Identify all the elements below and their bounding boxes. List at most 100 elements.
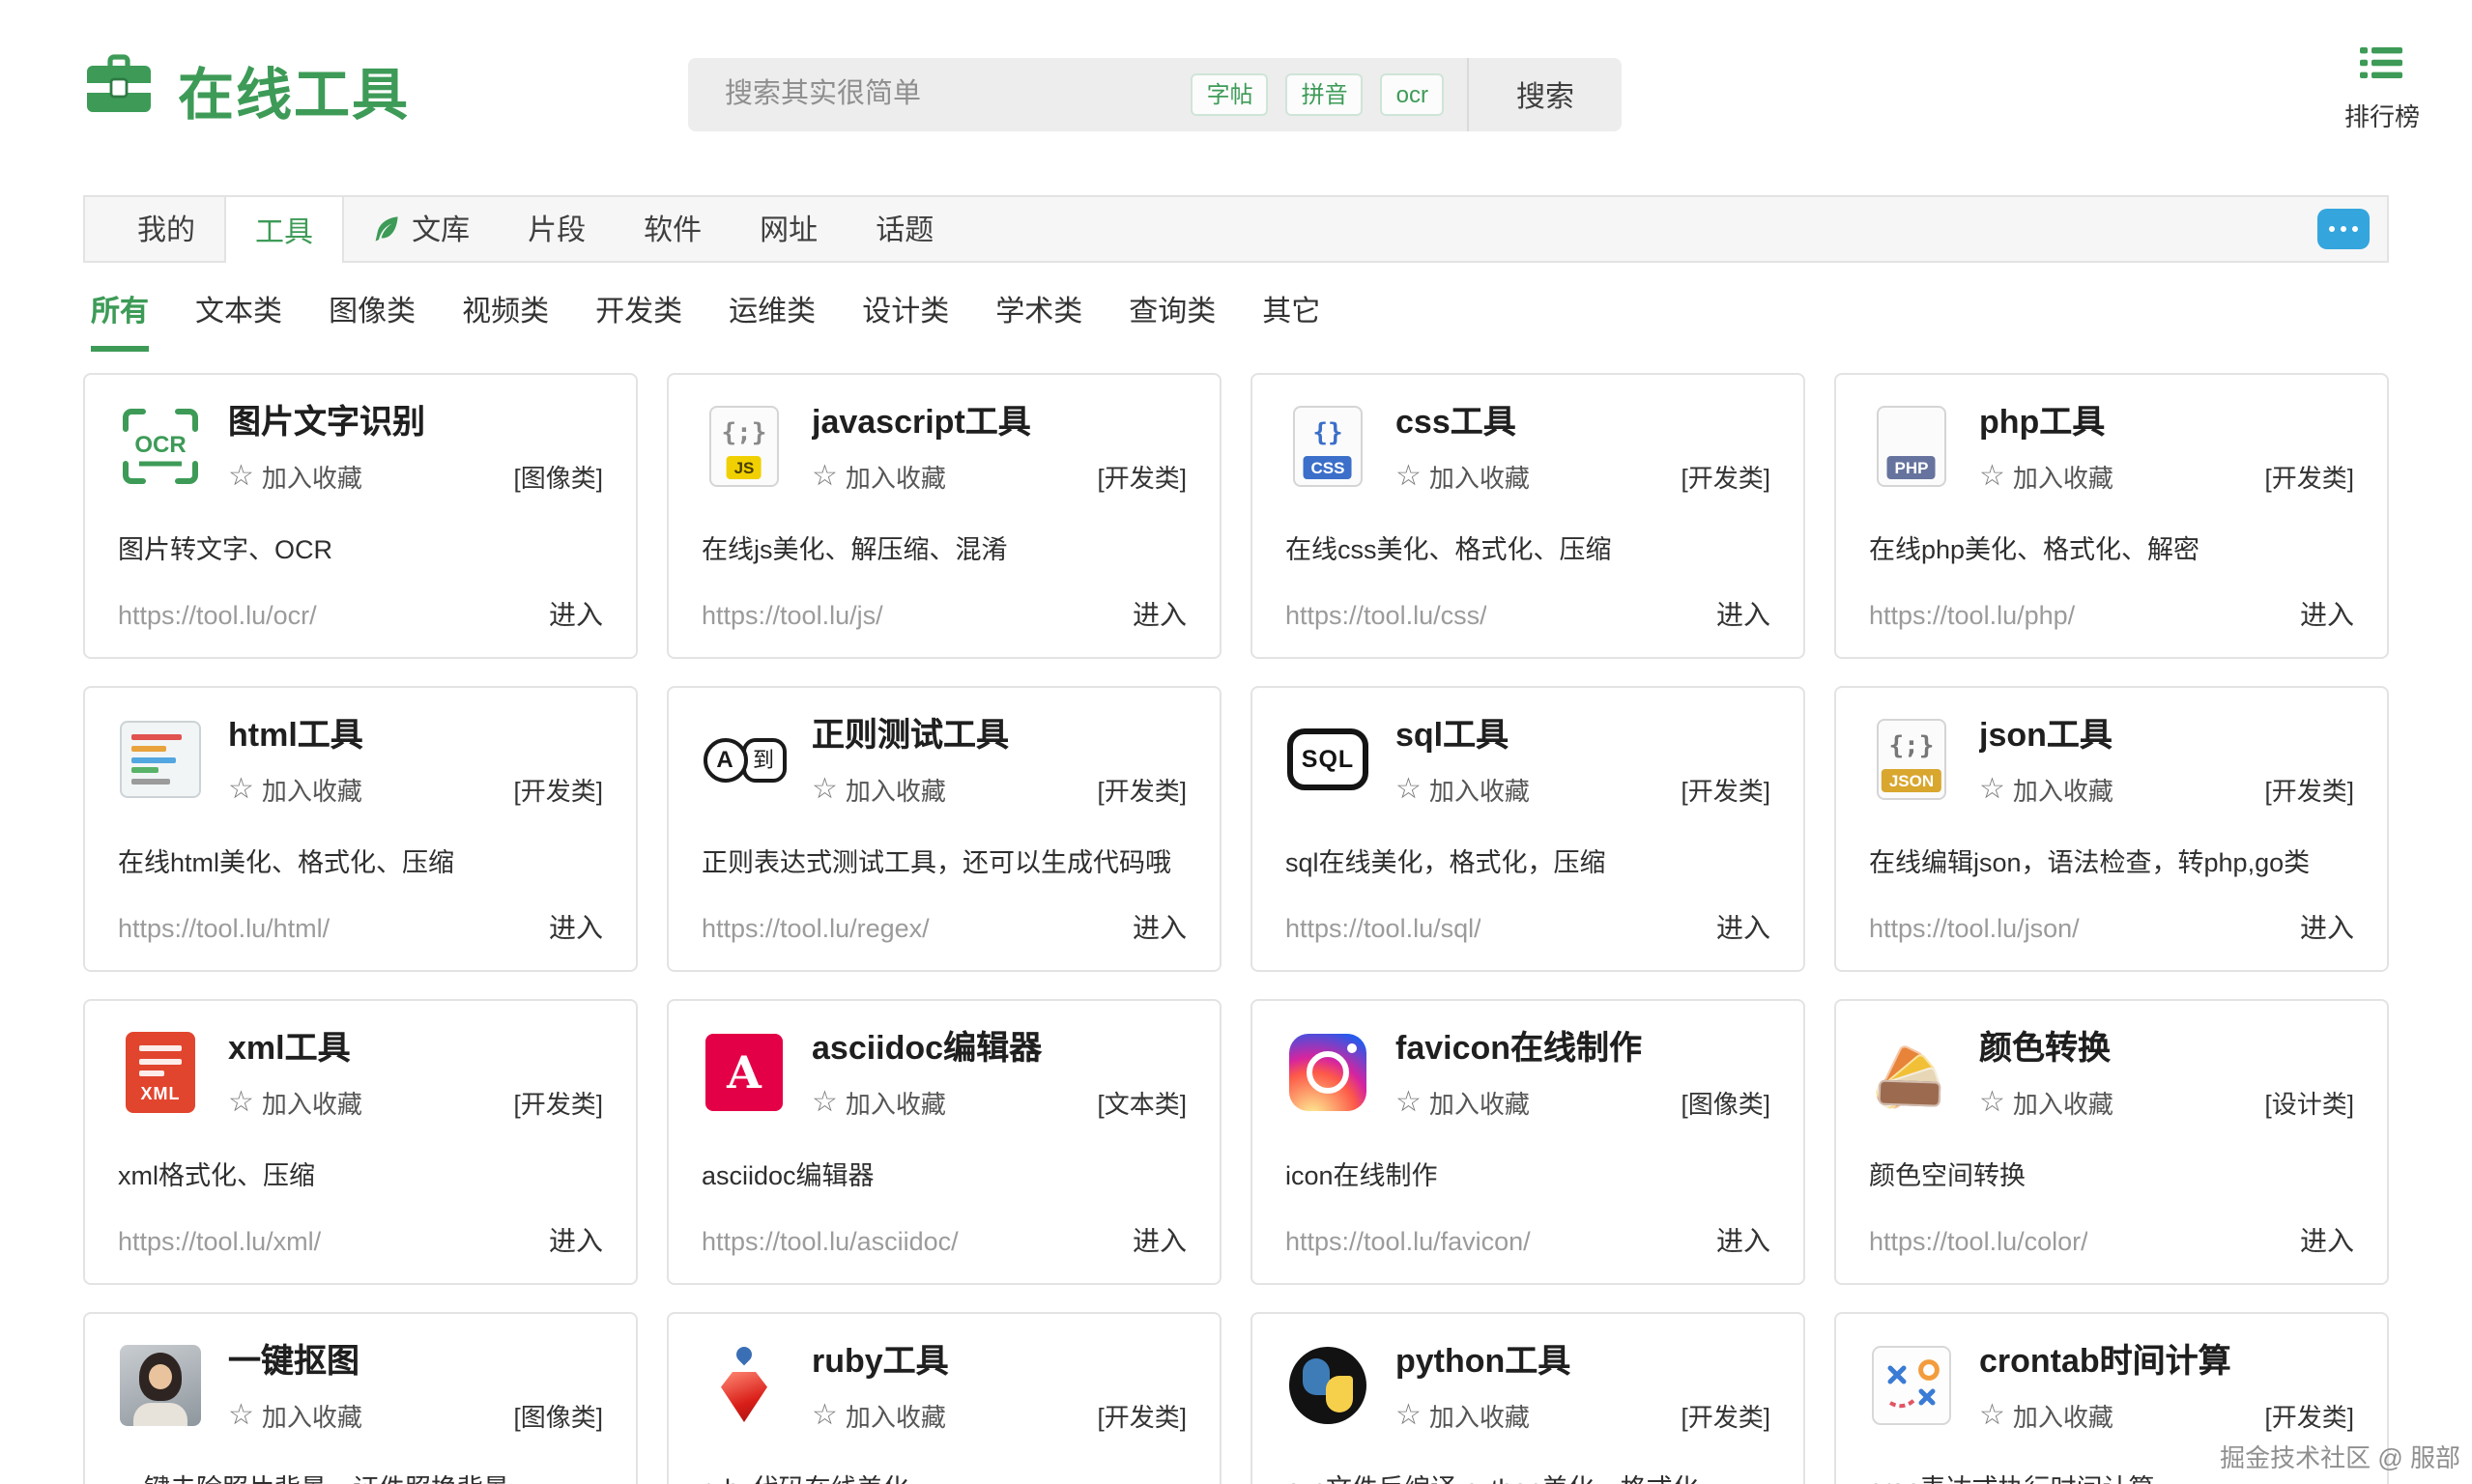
enter-link[interactable]: 进入 xyxy=(2300,908,2354,947)
tab-urls[interactable]: 网址 xyxy=(731,197,847,261)
enter-link[interactable]: 进入 xyxy=(2300,1221,2354,1260)
add-favorite-button[interactable]: ☆加入收藏 xyxy=(812,1398,946,1435)
add-favorite-button[interactable]: ☆加入收藏 xyxy=(1979,459,2113,496)
star-icon: ☆ xyxy=(1979,1089,2005,1118)
favorite-label: 加入收藏 xyxy=(846,1085,946,1122)
tool-card-json: {;}JSON json工具 ☆加入收藏 [开发类] 在线编辑json，语法检查… xyxy=(1834,686,2389,972)
tool-url-link[interactable]: https://tool.lu/js/ xyxy=(702,600,883,629)
search-button[interactable]: 搜索 xyxy=(1467,58,1622,131)
tool-url-link[interactable]: https://tool.lu/favicon/ xyxy=(1285,1226,1531,1255)
add-favorite-button[interactable]: ☆加入收藏 xyxy=(1395,459,1530,496)
tab-tools[interactable]: 工具 xyxy=(224,195,344,263)
enter-link[interactable]: 进入 xyxy=(2300,595,2354,634)
add-favorite-button[interactable]: ☆加入收藏 xyxy=(1395,1398,1530,1435)
tool-description: xml格式化、压缩 xyxy=(118,1155,603,1193)
tool-url-link[interactable]: https://tool.lu/json/ xyxy=(1869,913,2080,942)
add-favorite-button[interactable]: ☆加入收藏 xyxy=(228,772,362,809)
enter-link[interactable]: 进入 xyxy=(1133,1221,1187,1260)
category-item[interactable]: 开发类 xyxy=(595,290,682,352)
category-tag: [开发类] xyxy=(1682,772,1770,809)
tool-card-favicon: favicon在线制作 ☆加入收藏 [图像类] icon在线制作 https:/… xyxy=(1250,999,1805,1285)
add-favorite-button[interactable]: ☆加入收藏 xyxy=(1395,772,1530,809)
card-top: 颜色转换 ☆加入收藏 [设计类] xyxy=(1869,1030,2354,1122)
star-icon: ☆ xyxy=(1395,1402,1422,1431)
enter-link[interactable]: 进入 xyxy=(1716,908,1770,947)
add-favorite-button[interactable]: ☆加入收藏 xyxy=(812,459,946,496)
category-item[interactable]: 视频类 xyxy=(462,290,549,352)
tool-url-link[interactable]: https://tool.lu/php/ xyxy=(1869,600,2075,629)
enter-link[interactable]: 进入 xyxy=(549,595,603,634)
enter-link[interactable]: 进入 xyxy=(1133,908,1187,947)
category-item[interactable]: 学术类 xyxy=(995,290,1082,352)
site-logo[interactable]: 在线工具 xyxy=(83,50,410,131)
tool-url-link[interactable]: https://tool.lu/regex/ xyxy=(702,913,930,942)
python-icon xyxy=(1285,1343,1370,1428)
tool-description: asciidoc编辑器 xyxy=(702,1155,1187,1193)
add-favorite-button[interactable]: ☆加入收藏 xyxy=(228,1398,362,1435)
tab-software[interactable]: 软件 xyxy=(615,197,731,261)
category-item[interactable]: 查询类 xyxy=(1129,290,1216,352)
enter-link[interactable]: 进入 xyxy=(1716,595,1770,634)
tab-list: 我的工具文库片段软件网址话题 xyxy=(85,197,2317,261)
tool-description: sql在线美化，格式化，压缩 xyxy=(1285,842,1770,880)
tool-description: pyc文件反编译,python美化、格式化 xyxy=(1285,1468,1770,1484)
site-title: 在线工具 xyxy=(178,50,410,131)
add-favorite-button[interactable]: ☆加入收藏 xyxy=(812,772,946,809)
tool-url-link[interactable]: https://tool.lu/sql/ xyxy=(1285,913,1481,942)
tool-description: 在线编辑json，语法检查，转php,go类 xyxy=(1869,842,2354,880)
tool-title: python工具 xyxy=(1395,1343,1770,1383)
category-item[interactable]: 其它 xyxy=(1262,290,1320,352)
category-item[interactable]: 文本类 xyxy=(195,290,282,352)
ranking-button[interactable]: 排行榜 xyxy=(2344,46,2420,133)
tool-url-link[interactable]: https://tool.lu/ocr/ xyxy=(118,600,317,629)
add-favorite-button[interactable]: ☆加入收藏 xyxy=(1979,772,2113,809)
enter-link[interactable]: 进入 xyxy=(549,1221,603,1260)
favorite-label: 加入收藏 xyxy=(262,459,362,496)
tool-description: 正则表达式测试工具，还可以生成代码哦 xyxy=(702,842,1187,880)
card-top: XML xml工具 ☆加入收藏 [开发类] xyxy=(118,1030,603,1122)
category-item[interactable]: 图像类 xyxy=(329,290,416,352)
search-tag-chip[interactable]: ocr xyxy=(1381,73,1444,117)
search-input[interactable] xyxy=(688,58,1192,131)
tool-title: json工具 xyxy=(1979,717,2354,756)
ranking-list-icon xyxy=(2361,46,2403,89)
star-icon: ☆ xyxy=(812,1089,838,1118)
category-item[interactable]: 运维类 xyxy=(729,290,816,352)
tool-card-php: PHP php工具 ☆加入收藏 [开发类] 在线php美化、格式化、解密 htt… xyxy=(1834,373,2389,659)
svg-text:OCR: OCR xyxy=(134,432,186,458)
enter-link[interactable]: 进入 xyxy=(549,908,603,947)
search-tag-chip[interactable]: 字帖 xyxy=(1192,73,1269,117)
category-tag: [开发类] xyxy=(1098,1398,1187,1435)
tool-url-link[interactable]: https://tool.lu/asciidoc/ xyxy=(702,1226,959,1255)
category-tag: [图像类] xyxy=(1682,1085,1770,1122)
watermark: 掘金技术社区 @ 服部 xyxy=(2220,1438,2460,1474)
chat-bubble-icon[interactable] xyxy=(2317,209,2370,249)
tool-url-link[interactable]: https://tool.lu/color/ xyxy=(1869,1226,2088,1255)
add-favorite-button[interactable]: ☆加入收藏 xyxy=(1395,1085,1530,1122)
add-favorite-button[interactable]: ☆加入收藏 xyxy=(228,1085,362,1122)
enter-link[interactable]: 进入 xyxy=(1133,595,1187,634)
tool-url-link[interactable]: https://tool.lu/css/ xyxy=(1285,600,1487,629)
add-favorite-button[interactable]: ☆加入收藏 xyxy=(1979,1398,2113,1435)
search-tag-chip[interactable]: 拼音 xyxy=(1286,73,1364,117)
favorite-label: 加入收藏 xyxy=(262,1398,362,1435)
category-item[interactable]: 所有 xyxy=(91,290,149,352)
add-favorite-button[interactable]: ☆加入收藏 xyxy=(1979,1085,2113,1122)
category-item[interactable]: 设计类 xyxy=(862,290,949,352)
tool-url-link[interactable]: https://tool.lu/xml/ xyxy=(118,1226,321,1255)
star-icon: ☆ xyxy=(1395,776,1422,805)
json-file-icon: {;}JSON xyxy=(1869,717,1954,802)
tab-snippets[interactable]: 片段 xyxy=(499,197,615,261)
add-favorite-button[interactable]: ☆ 加入收藏 xyxy=(812,1085,946,1122)
tool-card-css: {}CSS css工具 ☆加入收藏 [开发类] 在线css美化、格式化、压缩 h… xyxy=(1250,373,1805,659)
tab-mine[interactable]: 我的 xyxy=(108,197,224,261)
favorite-label: 加入收藏 xyxy=(846,772,946,809)
color-swatch-icon xyxy=(1869,1030,1954,1115)
tool-description: icon在线制作 xyxy=(1285,1155,1770,1193)
tool-url-link[interactable]: https://tool.lu/html/ xyxy=(118,913,330,942)
enter-link[interactable]: 进入 xyxy=(1716,1221,1770,1260)
add-favorite-button[interactable]: ☆加入收藏 xyxy=(228,459,362,496)
portrait-photo-icon xyxy=(118,1343,203,1428)
tab-topics[interactable]: 话题 xyxy=(847,197,963,261)
tab-library[interactable]: 文库 xyxy=(344,197,499,261)
